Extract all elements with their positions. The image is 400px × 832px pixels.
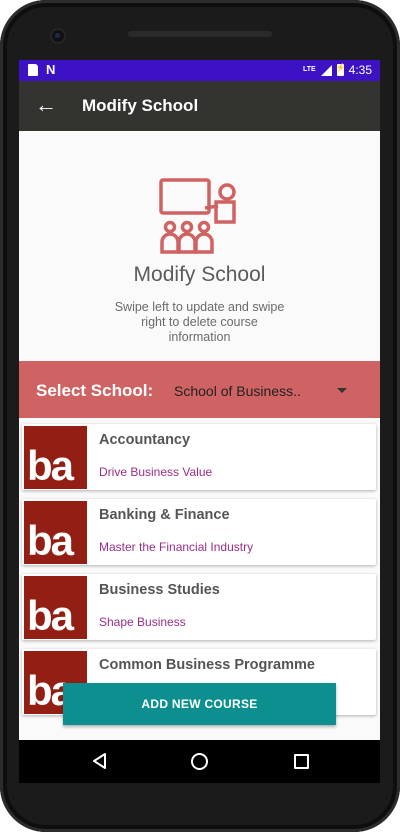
ba-logo: ba [24,576,87,639]
course-name: Common Business Programme [99,657,315,673]
page-title: Modify School [133,263,266,286]
course-name: Business Studies [99,582,220,598]
app-bar: ← Modify School [19,81,380,131]
battery-charging-icon [336,63,346,76]
school-selector-bar: Select School: School of Business.. [19,361,380,418]
system-nav-bar [19,740,380,783]
course-card-banking-finance[interactable]: ba Banking & Finance Master the Financia… [22,499,376,565]
page-instructions: Swipe left to update and swipe right to … [114,300,285,344]
course-name: Accountancy [99,432,191,448]
course-tagline: Master the Financial Industry [99,540,254,554]
clock: 4:35 [348,63,372,77]
course-tagline: Shape Business [99,615,186,629]
course-card-accountancy[interactable]: ba Accountancy Drive Business Value [22,424,376,490]
signal-icon [320,64,332,76]
app-bar-title: Modify School [82,96,199,115]
status-bar-system: LTE 4:35 [303,63,372,77]
course-card-business-studies[interactable]: ba Business Studies Shape Business [22,574,376,640]
speaker-grille [128,31,272,37]
add-new-course-button[interactable]: ADD NEW COURSE [63,683,336,725]
n-notification-icon: N [46,62,56,77]
lte-indicator: LTE [302,66,316,73]
classroom-teacher-icon [159,178,236,254]
front-camera [52,30,64,42]
status-bar-notifications: N [28,62,56,77]
nav-home-icon[interactable] [191,753,208,770]
ba-logo: ba [24,501,87,564]
phone-frame: N LTE 4:35 ← Modify School [0,0,400,832]
select-school-label: Select School: [36,381,154,400]
course-name: Banking & Finance [99,507,230,523]
course-tagline: Drive Business Value [99,465,213,479]
sd-card-icon [28,64,38,76]
status-bar: N LTE 4:35 [19,60,380,81]
back-arrow-icon[interactable]: ← [33,92,59,118]
ba-logo: ba [24,426,87,489]
nav-back-icon[interactable] [90,751,110,771]
screen: N LTE 4:35 ← Modify School [19,60,380,783]
school-dropdown[interactable]: School of Business.. [174,383,301,399]
nav-recents-icon[interactable] [294,754,309,769]
dropdown-arrow-icon[interactable] [337,388,347,393]
